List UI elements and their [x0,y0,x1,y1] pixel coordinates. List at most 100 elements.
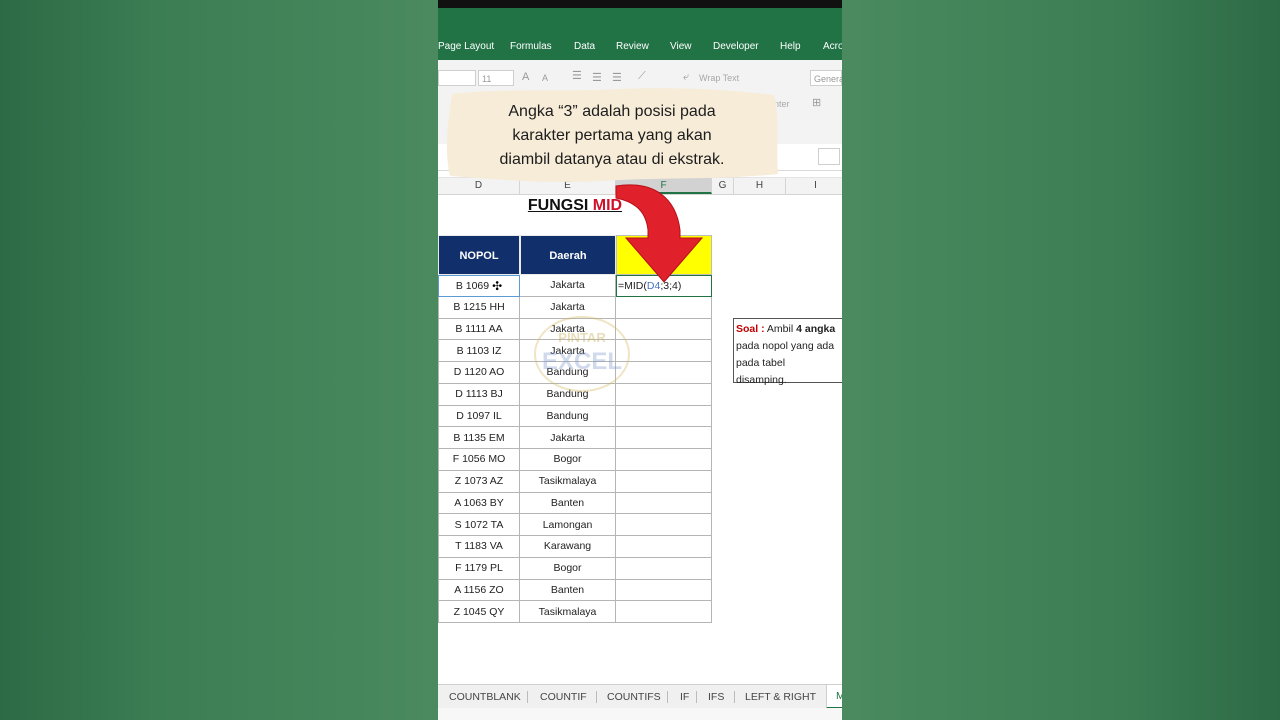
result-cell[interactable] [616,536,712,558]
daerah-cell[interactable]: Bogor [520,449,616,471]
nopol-cell[interactable]: B 1069 ✣ [438,275,520,297]
daerah-cell[interactable]: Lamongan [520,514,616,536]
result-cell[interactable] [616,492,712,515]
header-daerah[interactable]: Daerah [520,235,616,275]
cursor-icon: ✣ [492,278,503,293]
nopol-cell[interactable]: F 1179 PL [438,557,520,580]
font-name-box[interactable] [438,70,476,86]
nopol-value: D 1097 IL [456,409,502,422]
nopol-cell[interactable]: S 1072 TA [438,514,520,536]
increase-font-icon[interactable]: A [522,71,529,83]
soal-line4: disamping. [736,374,787,386]
sheet-tab-countif[interactable]: COUNTIF [540,685,587,709]
daerah-cell[interactable]: Tasikmalaya [520,470,616,493]
result-cell[interactable] [616,470,712,493]
number-format-box[interactable]: Genera [810,70,842,86]
result-cell[interactable] [616,601,712,623]
nopol-value: F 1056 MO [452,453,506,466]
decrease-font-icon[interactable]: A [542,73,548,83]
nopol-cell[interactable]: T 1183 VA [438,536,520,558]
nopol-cell[interactable]: B 1103 IZ [438,340,520,362]
result-cell[interactable] [616,514,712,536]
nopol-value: A 1063 BY [454,496,504,509]
column-header-i[interactable]: I [786,178,842,194]
nopol-cell[interactable]: D 1097 IL [438,405,520,428]
nopol-cell[interactable]: A 1063 BY [438,492,520,515]
align-top-icon[interactable]: ☰ [572,69,582,82]
orientation-icon[interactable]: ⟋ [638,70,646,83]
result-cell[interactable] [616,362,712,384]
daerah-cell[interactable]: Jakarta [520,275,616,297]
soal-note: Soal : Ambil 4 angka pada nopol yang ada… [733,318,842,386]
tab-data[interactable]: Data [574,41,595,52]
result-cell[interactable] [616,427,712,449]
daerah-cell[interactable]: Bandung [520,405,616,428]
result-cell[interactable] [616,383,712,406]
result-cell[interactable] [616,340,712,362]
ribbon-tab-bar: Page Layout Formulas Data Review View De… [438,34,842,60]
result-cell[interactable] [616,318,712,341]
currency-icon[interactable]: ⊞ [812,96,821,109]
nopol-value: A 1156 ZO [454,583,504,596]
tab-formulas[interactable]: Formulas [510,41,552,52]
nopol-value: B 1069 [455,279,490,292]
result-cell[interactable] [616,557,712,580]
sheet-tab-left-right[interactable]: LEFT & RIGHT [745,685,816,709]
tab-separator [527,691,528,703]
tab-acrobat[interactable]: Acro [823,41,842,52]
nopol-cell[interactable]: B 1111 AA [438,318,520,341]
sheet-tab-countifs[interactable]: COUNTIFS [607,685,661,709]
result-cell[interactable] [616,405,712,428]
sheet-tab-countblank[interactable]: COUNTBLANK [449,685,521,709]
tab-developer[interactable]: Developer [713,41,759,52]
tab-review[interactable]: Review [616,41,649,52]
soal-line3: pada tabel [736,357,786,369]
daerah-cell[interactable]: Jakarta [520,427,616,449]
wrap-text-label[interactable]: Wrap Text [699,73,739,83]
nopol-cell[interactable]: A 1156 ZO [438,579,520,602]
top-bar [438,0,842,8]
formula-input[interactable] [818,148,840,165]
result-cell[interactable] [616,296,712,319]
sheet-tab-mid-active[interactable]: M [826,685,842,709]
nopol-cell[interactable]: D 1113 BJ [438,383,520,406]
tab-page-layout[interactable]: Page Layout [438,41,494,52]
align-middle-icon[interactable]: ☰ [592,71,602,84]
watermark-logo: PINTAR EXCEL [534,316,630,392]
red-arrow-icon [615,184,704,283]
tab-view[interactable]: View [670,41,692,52]
nopol-value: B 1111 AA [455,322,503,335]
nopol-value: D 1120 AO [453,366,505,379]
nopol-value: B 1215 HH [453,301,505,314]
daerah-cell[interactable]: Karawang [520,536,616,558]
sheet-tab-bar: COUNTBLANK COUNTIF COUNTIFS IF IFS LEFT … [438,684,842,709]
callout-line2: karakter pertama yang akan [512,127,712,144]
font-size-box[interactable]: 11 [478,70,514,86]
table-row: B 1215 HH Jakarta [438,296,712,319]
wrap-text-icon[interactable]: ⤶ [683,71,689,84]
header-nopol[interactable]: NOPOL [438,235,520,275]
nopol-cell[interactable]: Z 1045 QY [438,601,520,623]
tab-separator [667,691,668,703]
title-bar [438,8,842,34]
result-cell[interactable] [616,579,712,602]
nopol-cell[interactable]: B 1215 HH [438,296,520,319]
nopol-cell[interactable]: Z 1073 AZ [438,470,520,493]
daerah-cell[interactable]: Bogor [520,557,616,580]
tab-help[interactable]: Help [780,41,801,52]
nopol-cell[interactable]: D 1120 AO [438,362,520,384]
sheet-title-prefix: FUNGSI [527,197,593,214]
soal-label: Soal : [736,323,765,335]
sheet-tab-if[interactable]: IF [680,685,689,709]
daerah-cell[interactable]: Tasikmalaya [520,601,616,623]
align-bottom-icon[interactable]: ☰ [612,71,622,84]
daerah-cell[interactable]: Banten [520,579,616,602]
nopol-cell[interactable]: B 1135 EM [438,427,520,449]
sheet-tab-ifs[interactable]: IFS [708,685,724,709]
status-strip [438,708,842,720]
daerah-cell[interactable]: Jakarta [520,296,616,319]
table-row: A 1063 BY Banten [438,492,712,515]
daerah-cell[interactable]: Banten [520,492,616,515]
result-cell[interactable] [616,449,712,471]
nopol-cell[interactable]: F 1056 MO [438,449,520,471]
